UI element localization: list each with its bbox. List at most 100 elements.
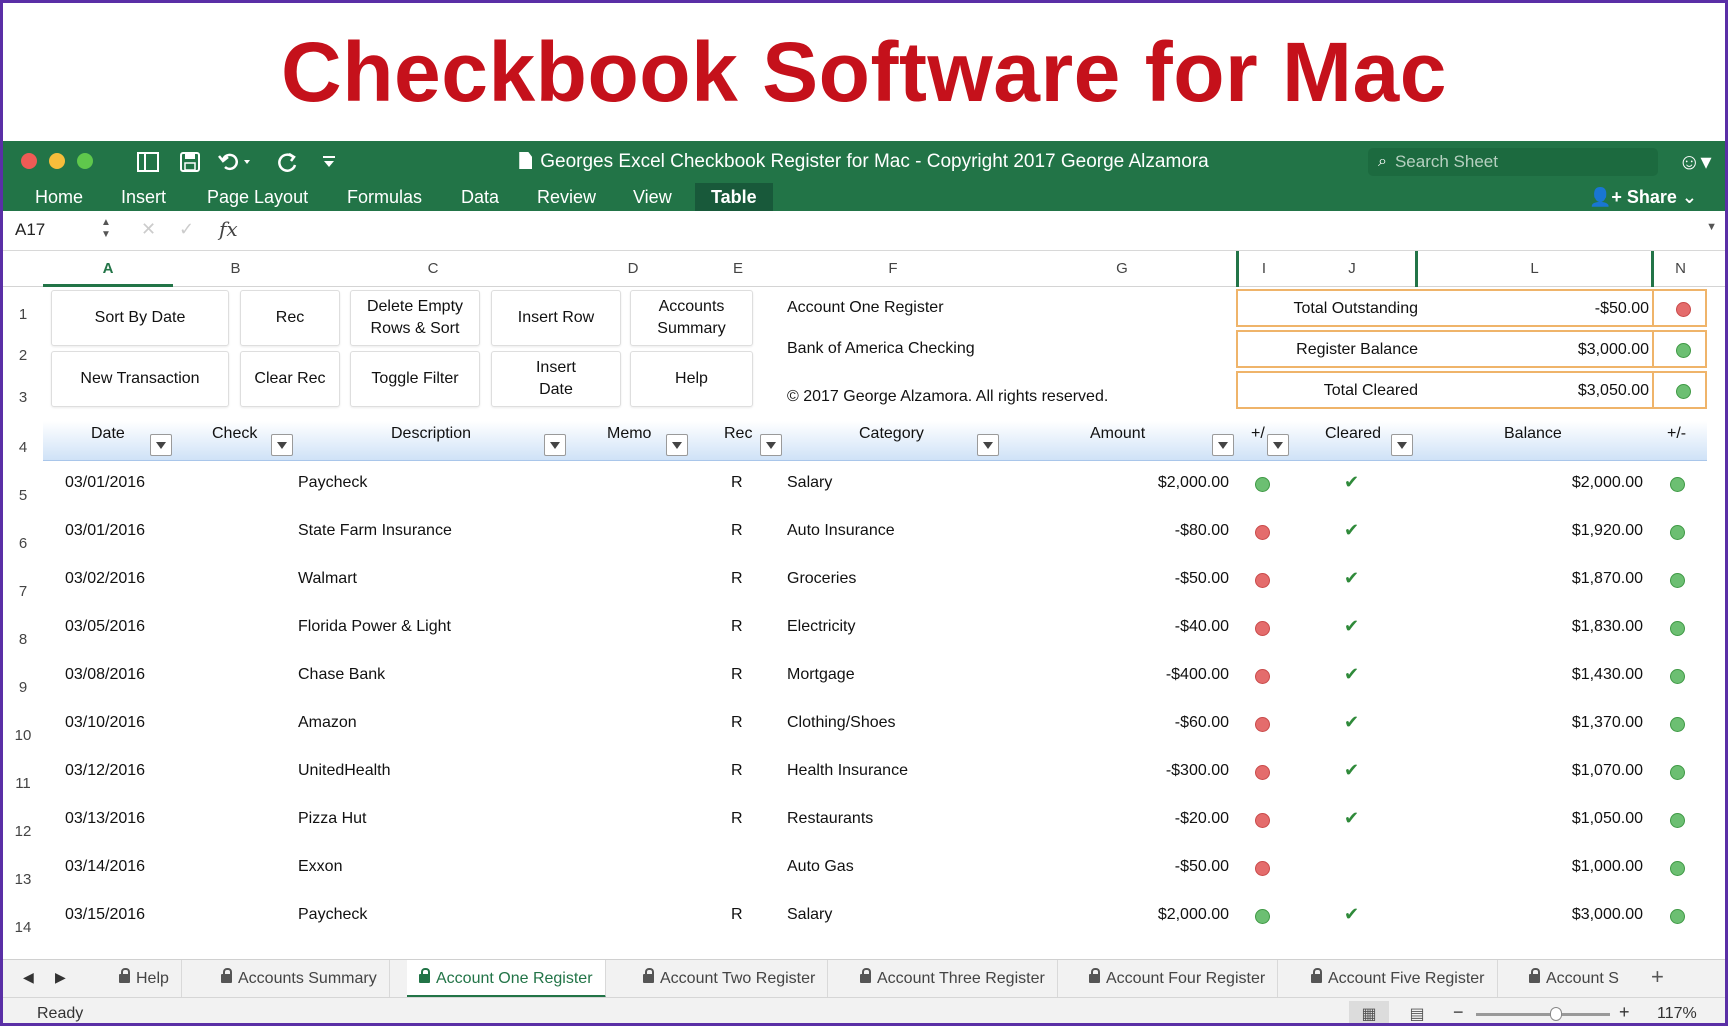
category-cell[interactable]: Groceries <box>787 570 856 588</box>
header-category[interactable]: Category <box>859 425 924 443</box>
category-cell[interactable]: Mortgage <box>787 666 855 684</box>
delete-empty-rows-button[interactable]: Delete Empty Rows & Sort <box>350 290 480 346</box>
check-filter-dropdown-icon[interactable] <box>271 434 293 456</box>
save-icon[interactable] <box>175 147 205 177</box>
column-header-e[interactable]: E <box>698 251 778 287</box>
header-balance-plus-minus[interactable]: +/- <box>1667 425 1686 443</box>
rec-filter-dropdown-icon[interactable] <box>760 434 782 456</box>
customize-toolbar-icon[interactable] <box>319 147 339 177</box>
toggle-filter-button[interactable]: Toggle Filter <box>350 351 480 407</box>
date-cell[interactable]: 03/10/2016 <box>65 714 145 732</box>
date-filter-dropdown-icon[interactable] <box>150 434 172 456</box>
amount-cell[interactable]: -$400.00 <box>1166 666 1229 684</box>
rec-button[interactable]: Rec <box>240 290 340 346</box>
header-check[interactable]: Check <box>212 425 257 443</box>
row-number[interactable]: 1 <box>3 306 43 323</box>
tab-data[interactable]: Data <box>445 183 515 211</box>
tab-home[interactable]: Home <box>19 183 99 211</box>
date-cell[interactable]: 03/01/2016 <box>65 522 145 540</box>
description-cell[interactable]: Paycheck <box>298 474 367 492</box>
previous-sheet-icon[interactable]: ◀ <box>23 969 34 986</box>
column-header-n[interactable]: N <box>1654 251 1707 287</box>
description-cell[interactable]: State Farm Insurance <box>298 522 452 540</box>
sheet-tab-help[interactable]: Help <box>107 960 182 998</box>
header-memo[interactable]: Memo <box>607 425 651 443</box>
summary-register-balance[interactable]: Register Balance $3,000.00 <box>1236 330 1707 368</box>
sheet-tab-account-four-register[interactable]: Account Four Register <box>1077 960 1279 998</box>
insert-date-button[interactable]: Insert Date <box>491 351 621 407</box>
header-plus-minus[interactable]: +/ <box>1251 425 1265 443</box>
tab-insert[interactable]: Insert <box>105 183 182 211</box>
description-cell[interactable]: Chase Bank <box>298 666 385 684</box>
memo-filter-dropdown-icon[interactable] <box>666 434 688 456</box>
category-cell[interactable]: Electricity <box>787 618 855 636</box>
clear-rec-button[interactable]: Clear Rec <box>240 351 340 407</box>
amount-cell[interactable]: $2,000.00 <box>1158 474 1229 492</box>
row-number[interactable]: 9 <box>3 679 43 696</box>
sidebar-icon[interactable] <box>133 147 163 177</box>
category-cell[interactable]: Salary <box>787 474 832 492</box>
zoom-slider[interactable] <box>1476 1007 1610 1021</box>
add-sheet-icon[interactable]: + <box>1651 964 1664 990</box>
redo-icon[interactable] <box>273 147 303 177</box>
sheet-tab-account-two-register[interactable]: Account Two Register <box>631 960 829 998</box>
sheet-tab-account-six-register[interactable]: Account S <box>1517 960 1637 998</box>
page-layout-view-icon[interactable]: ▤ <box>1397 1001 1437 1023</box>
balance-cell[interactable]: $1,050.00 <box>1572 810 1643 828</box>
column-header-c[interactable]: C <box>298 251 568 287</box>
zoom-slider-thumb[interactable] <box>1550 1007 1563 1021</box>
amount-cell[interactable]: -$50.00 <box>1175 570 1229 588</box>
date-cell[interactable]: 03/12/2016 <box>65 762 145 780</box>
amount-cell[interactable]: -$20.00 <box>1175 810 1229 828</box>
tab-review[interactable]: Review <box>521 183 612 211</box>
summary-total-cleared[interactable]: Total Cleared $3,050.00 <box>1236 371 1707 409</box>
description-cell[interactable]: Walmart <box>298 570 357 588</box>
column-header-l[interactable]: L <box>1418 251 1651 287</box>
zoom-out-icon[interactable]: − <box>1453 1002 1464 1023</box>
tab-formulas[interactable]: Formulas <box>331 183 438 211</box>
description-cell[interactable]: Pizza Hut <box>298 810 366 828</box>
tab-view[interactable]: View <box>617 183 688 211</box>
rec-cell[interactable]: R <box>731 522 743 540</box>
sheet-tab-accounts-summary[interactable]: Accounts Summary <box>209 960 390 998</box>
plus-minus-filter-dropdown-icon[interactable] <box>1267 434 1289 456</box>
header-amount[interactable]: Amount <box>1090 425 1145 443</box>
amount-cell[interactable]: -$50.00 <box>1175 858 1229 876</box>
balance-cell[interactable]: $1,830.00 <box>1572 618 1643 636</box>
date-cell[interactable]: 03/01/2016 <box>65 474 145 492</box>
column-header-b[interactable]: B <box>173 251 298 287</box>
help-button[interactable]: Help <box>630 351 753 407</box>
sort-by-date-button[interactable]: Sort By Date <box>51 290 229 346</box>
tab-table[interactable]: Table <box>695 183 773 211</box>
column-header-j[interactable]: J <box>1289 251 1415 287</box>
row-number[interactable]: 11 <box>3 775 43 792</box>
description-cell[interactable]: Exxon <box>298 858 342 876</box>
column-header-i[interactable]: I <box>1239 251 1289 287</box>
header-date[interactable]: Date <box>91 425 125 443</box>
minimize-window-button[interactable] <box>49 153 65 169</box>
header-rec[interactable]: Rec <box>724 425 752 443</box>
new-transaction-button[interactable]: New Transaction <box>51 351 229 407</box>
column-header-g[interactable]: G <box>1008 251 1236 287</box>
row-number[interactable]: 14 <box>3 919 43 936</box>
date-cell[interactable]: 03/15/2016 <box>65 906 145 924</box>
close-window-button[interactable] <box>21 153 37 169</box>
sheet-tab-account-one-register[interactable]: Account One Register <box>407 960 606 998</box>
amount-cell[interactable]: -$40.00 <box>1175 618 1229 636</box>
amount-filter-dropdown-icon[interactable] <box>1212 434 1234 456</box>
header-cleared[interactable]: Cleared <box>1325 425 1381 443</box>
zoom-window-button[interactable] <box>77 153 93 169</box>
rec-cell[interactable]: R <box>731 762 743 780</box>
rec-cell[interactable]: R <box>731 618 743 636</box>
row-number[interactable]: 8 <box>3 631 43 648</box>
balance-cell[interactable]: $3,000.00 <box>1572 906 1643 924</box>
row-number[interactable]: 6 <box>3 535 43 552</box>
row-number[interactable]: 3 <box>3 389 43 406</box>
description-cell[interactable]: Paycheck <box>298 906 367 924</box>
row-number[interactable]: 13 <box>3 871 43 888</box>
date-cell[interactable]: 03/14/2016 <box>65 858 145 876</box>
description-cell[interactable]: Amazon <box>298 714 357 732</box>
rec-cell[interactable]: R <box>731 666 743 684</box>
amount-cell[interactable]: -$80.00 <box>1175 522 1229 540</box>
amount-cell[interactable]: -$60.00 <box>1175 714 1229 732</box>
